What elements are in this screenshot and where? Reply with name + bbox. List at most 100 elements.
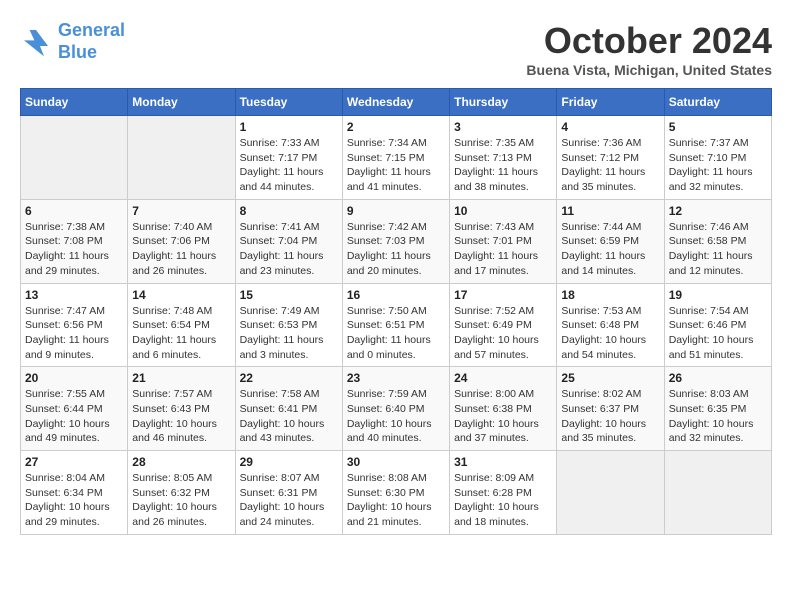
month-title: October 2024 [526, 20, 772, 62]
day-number: 30 [347, 455, 445, 469]
calendar-week-row: 27Sunrise: 8:04 AM Sunset: 6:34 PM Dayli… [21, 451, 772, 535]
day-info: Sunrise: 7:47 AM Sunset: 6:56 PM Dayligh… [25, 304, 123, 363]
day-info: Sunrise: 7:55 AM Sunset: 6:44 PM Dayligh… [25, 387, 123, 446]
calendar-cell [664, 451, 771, 535]
calendar-cell: 5 Sunrise: 7:37 AM Sunset: 7:10 PM Daylig… [664, 116, 771, 200]
day-number: 3 [454, 120, 552, 134]
day-number: 7 [132, 204, 230, 218]
day-number: 28 [132, 455, 230, 469]
day-number: 10 [454, 204, 552, 218]
day-number: 14 [132, 288, 230, 302]
day-number: 15 [240, 288, 338, 302]
calendar-cell: 26Sunrise: 8:03 AM Sunset: 6:35 PM Dayli… [664, 367, 771, 451]
calendar-cell: 25 Sunrise: 8:02 AM Sunset: 6:37 PM Dayli… [557, 367, 664, 451]
day-number: 23 [347, 371, 445, 385]
day-number: 25 [561, 371, 659, 385]
day-number: 13 [25, 288, 123, 302]
calendar-cell: 18Sunrise: 7:53 AM Sunset: 6:48 PM Dayli… [557, 283, 664, 367]
day-info: Sunrise: 7:42 AM Sunset: 7:03 PM Dayligh… [347, 220, 445, 279]
weekday-header: Friday [557, 89, 664, 116]
day-number: 6 [25, 204, 123, 218]
day-number: 19 [669, 288, 767, 302]
weekday-header: Wednesday [342, 89, 449, 116]
calendar-cell: 14 Sunrise: 7:48 AM Sunset: 6:54 PM Dayli… [128, 283, 235, 367]
calendar-cell: 16Sunrise: 7:50 AM Sunset: 6:51 PM Dayli… [342, 283, 449, 367]
calendar-cell: 3 Sunrise: 7:35 AM Sunset: 7:13 PM Daylig… [450, 116, 557, 200]
calendar-cell: 9 Sunrise: 7:42 AM Sunset: 7:03 PM Daylig… [342, 199, 449, 283]
calendar-cell [128, 116, 235, 200]
day-number: 22 [240, 371, 338, 385]
calendar-cell: 12 Sunrise: 7:46 AM Sunset: 6:58 PM Dayli… [664, 199, 771, 283]
day-info: Sunrise: 8:00 AM Sunset: 6:38 PM Dayligh… [454, 387, 552, 446]
day-number: 9 [347, 204, 445, 218]
day-number: 16 [347, 288, 445, 302]
calendar-week-row: 6 Sunrise: 7:38 AM Sunset: 7:08 PM Daylig… [21, 199, 772, 283]
day-number: 26 [669, 371, 767, 385]
day-info: Sunrise: 7:48 AM Sunset: 6:54 PM Dayligh… [132, 304, 230, 363]
day-info: Sunrise: 7:33 AM Sunset: 7:17 PM Dayligh… [240, 136, 338, 195]
day-number: 8 [240, 204, 338, 218]
title-block: October 2024 Buena Vista, Michigan, Unit… [526, 20, 772, 78]
calendar-cell: 8 Sunrise: 7:41 AM Sunset: 7:04 PM Daylig… [235, 199, 342, 283]
day-number: 5 [669, 120, 767, 134]
day-info: Sunrise: 7:54 AM Sunset: 6:46 PM Dayligh… [669, 304, 767, 363]
day-number: 2 [347, 120, 445, 134]
calendar-cell: 19 Sunrise: 7:54 AM Sunset: 6:46 PM Dayli… [664, 283, 771, 367]
calendar-cell: 22 Sunrise: 7:58 AM Sunset: 6:41 PM Dayli… [235, 367, 342, 451]
calendar-cell: 30 Sunrise: 8:08 AM Sunset: 6:30 PM Dayli… [342, 451, 449, 535]
calendar-cell [557, 451, 664, 535]
calendar-cell: 10 Sunrise: 7:43 AM Sunset: 7:01 PM Dayli… [450, 199, 557, 283]
day-info: Sunrise: 7:40 AM Sunset: 7:06 PM Dayligh… [132, 220, 230, 279]
weekday-header-row: SundayMondayTuesdayWednesdayThursdayFrid… [21, 89, 772, 116]
day-info: Sunrise: 7:38 AM Sunset: 7:08 PM Dayligh… [25, 220, 123, 279]
day-info: Sunrise: 7:49 AM Sunset: 6:53 PM Dayligh… [240, 304, 338, 363]
calendar-cell: 17 Sunrise: 7:52 AM Sunset: 6:49 PM Dayli… [450, 283, 557, 367]
day-info: Sunrise: 8:08 AM Sunset: 6:30 PM Dayligh… [347, 471, 445, 530]
day-info: Sunrise: 7:41 AM Sunset: 7:04 PM Dayligh… [240, 220, 338, 279]
weekday-header: Tuesday [235, 89, 342, 116]
day-number: 24 [454, 371, 552, 385]
logo-text: General Blue [58, 20, 125, 63]
day-info: Sunrise: 7:35 AM Sunset: 7:13 PM Dayligh… [454, 136, 552, 195]
calendar-cell: 13 Sunrise: 7:47 AM Sunset: 6:56 PM Dayli… [21, 283, 128, 367]
day-number: 12 [669, 204, 767, 218]
day-info: Sunrise: 8:05 AM Sunset: 6:32 PM Dayligh… [132, 471, 230, 530]
calendar-table: SundayMondayTuesdayWednesdayThursdayFrid… [20, 88, 772, 535]
day-info: Sunrise: 7:57 AM Sunset: 6:43 PM Dayligh… [132, 387, 230, 446]
calendar-cell: 21 Sunrise: 7:57 AM Sunset: 6:43 PM Dayli… [128, 367, 235, 451]
calendar-cell [21, 116, 128, 200]
day-info: Sunrise: 7:58 AM Sunset: 6:41 PM Dayligh… [240, 387, 338, 446]
day-number: 29 [240, 455, 338, 469]
day-number: 18 [561, 288, 659, 302]
day-info: Sunrise: 7:37 AM Sunset: 7:10 PM Dayligh… [669, 136, 767, 195]
logo-icon [20, 26, 52, 58]
weekday-header: Monday [128, 89, 235, 116]
day-info: Sunrise: 7:34 AM Sunset: 7:15 PM Dayligh… [347, 136, 445, 195]
calendar-cell: 11 Sunrise: 7:44 AM Sunset: 6:59 PM Dayli… [557, 199, 664, 283]
logo-line2: Blue [58, 42, 97, 62]
calendar-cell: 27Sunrise: 8:04 AM Sunset: 6:34 PM Dayli… [21, 451, 128, 535]
day-info: Sunrise: 7:52 AM Sunset: 6:49 PM Dayligh… [454, 304, 552, 363]
day-info: Sunrise: 7:46 AM Sunset: 6:58 PM Dayligh… [669, 220, 767, 279]
day-info: Sunrise: 7:59 AM Sunset: 6:40 PM Dayligh… [347, 387, 445, 446]
day-info: Sunrise: 8:02 AM Sunset: 6:37 PM Dayligh… [561, 387, 659, 446]
calendar-week-row: 20 Sunrise: 7:55 AM Sunset: 6:44 PM Dayli… [21, 367, 772, 451]
calendar-cell: 20 Sunrise: 7:55 AM Sunset: 6:44 PM Dayli… [21, 367, 128, 451]
calendar-cell: 15 Sunrise: 7:49 AM Sunset: 6:53 PM Dayli… [235, 283, 342, 367]
day-info: Sunrise: 8:04 AM Sunset: 6:34 PM Dayligh… [25, 471, 123, 530]
day-info: Sunrise: 8:09 AM Sunset: 6:28 PM Dayligh… [454, 471, 552, 530]
calendar-cell: 4Sunrise: 7:36 AM Sunset: 7:12 PM Daylig… [557, 116, 664, 200]
location: Buena Vista, Michigan, United States [526, 62, 772, 78]
day-info: Sunrise: 7:44 AM Sunset: 6:59 PM Dayligh… [561, 220, 659, 279]
weekday-header: Sunday [21, 89, 128, 116]
day-number: 11 [561, 204, 659, 218]
day-number: 4 [561, 120, 659, 134]
day-number: 20 [25, 371, 123, 385]
day-info: Sunrise: 7:43 AM Sunset: 7:01 PM Dayligh… [454, 220, 552, 279]
day-number: 1 [240, 120, 338, 134]
calendar-cell: 7 Sunrise: 7:40 AM Sunset: 7:06 PM Daylig… [128, 199, 235, 283]
day-number: 21 [132, 371, 230, 385]
weekday-header: Saturday [664, 89, 771, 116]
day-number: 17 [454, 288, 552, 302]
calendar-cell: 6 Sunrise: 7:38 AM Sunset: 7:08 PM Daylig… [21, 199, 128, 283]
